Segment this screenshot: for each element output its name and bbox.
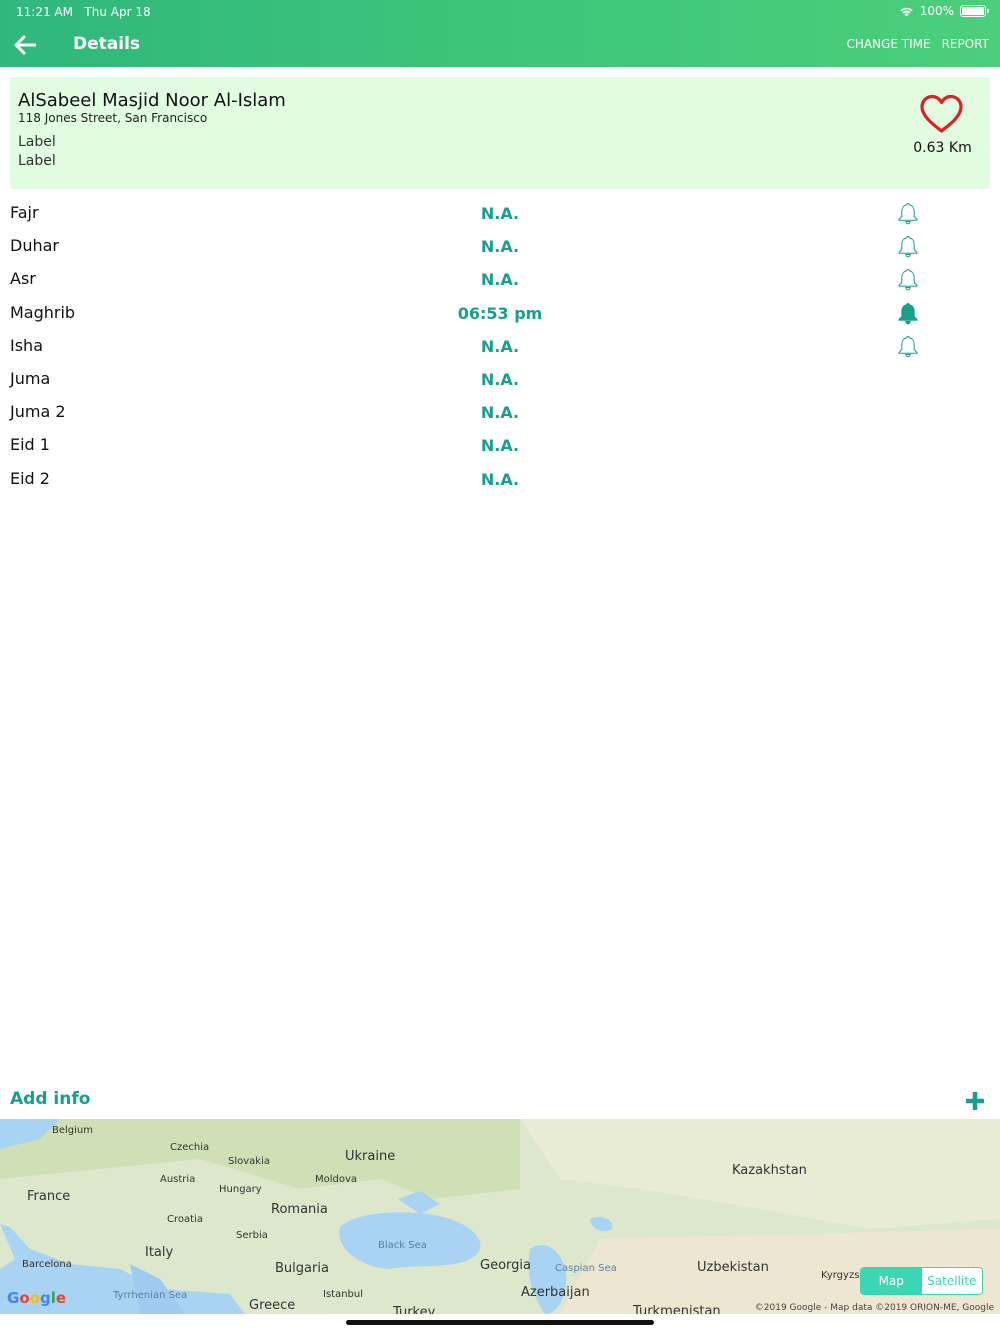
prayer-name: Asr	[10, 269, 36, 289]
prayer-row-isha: Isha N.A.	[0, 330, 1000, 363]
map-label: Caspian Sea	[555, 1263, 617, 1274]
map-label: Czechia	[170, 1142, 210, 1153]
prayer-name: Juma	[10, 368, 51, 388]
map-label: Belgium	[52, 1125, 93, 1136]
bell-outline-icon[interactable]	[897, 335, 919, 358]
map-label: Hungary	[219, 1184, 262, 1195]
prayer-row-eid-2: Eid 2 N.A.	[0, 463, 1000, 496]
map-label: Moldova	[315, 1174, 358, 1185]
prayer-name: Eid 2	[10, 468, 50, 488]
wifi-icon	[899, 7, 913, 16]
prayer-name: Juma 2	[10, 402, 66, 422]
masjid-address: 118 Jones Street, San Francisco	[18, 111, 208, 125]
prayer-time: N.A.	[480, 369, 520, 389]
map-label: Kazakhstan	[732, 1163, 807, 1178]
nav-actions: CHANGE TIME REPORT	[847, 37, 990, 51]
satellite-mode-button[interactable]: Satellite	[922, 1268, 983, 1294]
map-label: Romania	[271, 1202, 328, 1217]
prayer-row-fajr: Fajr N.A.	[0, 197, 1000, 230]
heart-icon	[920, 94, 963, 133]
map-label: Italy	[145, 1245, 174, 1260]
bell-outline-icon[interactable]	[897, 235, 919, 258]
prayer-time: N.A.	[480, 403, 520, 423]
prayer-row-juma-2: Juma 2 N.A.	[0, 396, 1000, 429]
masjid-name: AlSabeel Masjid Noor Al-Islam	[18, 90, 286, 111]
prayer-time: N.A.	[480, 204, 520, 223]
map-label: Austria	[160, 1174, 196, 1185]
prayer-row-maghrib: Maghrib 06:53 pm	[0, 297, 1000, 330]
status-time: 11:21 AM Thu Apr 18	[16, 5, 151, 19]
map-label: Georgia	[480, 1258, 531, 1273]
back-arrow-icon	[14, 35, 36, 55]
map-label: Istanbul	[323, 1289, 364, 1300]
google-logo: Google	[7, 1289, 67, 1307]
prayer-times-list: Fajr N.A. Duhar N.A. Asr N.A. Maghrib 06…	[0, 197, 1000, 496]
map-label: Uzbekistan	[697, 1260, 769, 1275]
map-view[interactable]: Belgium Czechia Slovakia Ukraine Kazakhs…	[0, 1119, 1000, 1314]
map-label: Tyrrhenian Sea	[113, 1290, 188, 1301]
masjid-distance: 0.63 Km	[913, 140, 972, 156]
status-indicators: 100%	[899, 4, 989, 18]
map-label: France	[27, 1189, 71, 1204]
favorite-button[interactable]	[919, 94, 964, 134]
map-mode-button[interactable]: Map	[861, 1268, 922, 1294]
masjid-card: AlSabeel Masjid Noor Al-Islam 118 Jones …	[10, 77, 990, 189]
prayer-row-duhar: Duhar N.A.	[0, 230, 1000, 263]
map-label: Slovakia	[228, 1156, 270, 1167]
bell-outline-icon[interactable]	[897, 202, 919, 225]
page-title: Details	[73, 34, 141, 54]
prayer-name: Fajr	[10, 203, 39, 222]
masjid-label-2: Label	[18, 153, 56, 169]
masjid-label-1: Label	[18, 134, 56, 150]
map-terrain	[0, 1119, 1000, 1314]
prayer-name: Eid 1	[10, 435, 50, 455]
prayer-time: N.A.	[480, 237, 520, 257]
report-button[interactable]: REPORT	[942, 37, 989, 51]
map-label: Greece	[249, 1298, 296, 1313]
prayer-time: N.A.	[480, 469, 520, 489]
home-indicator[interactable]	[346, 1320, 654, 1325]
details-screen: 11:21 AM Thu Apr 18 100% Details CHANGE …	[0, 0, 1000, 1334]
map-label: Bulgaria	[275, 1261, 329, 1276]
prayer-time: N.A.	[480, 436, 520, 456]
prayer-row-eid-1: Eid 1 N.A.	[0, 429, 1000, 462]
map-label: Serbia	[236, 1230, 268, 1241]
map-label: Turkey	[393, 1305, 436, 1314]
prayer-time: N.A.	[480, 270, 520, 290]
prayer-time: 06:53 pm	[457, 303, 543, 323]
battery-percent: 100%	[919, 4, 954, 18]
back-button[interactable]	[14, 30, 46, 60]
plus-icon	[966, 1092, 984, 1110]
add-info-label[interactable]: Add info	[10, 1089, 90, 1109]
map-type-toggle: Map Satellite	[860, 1267, 983, 1295]
bell-outline-icon[interactable]	[897, 268, 919, 291]
change-time-button[interactable]: CHANGE TIME	[847, 37, 931, 51]
map-label: Black Sea	[378, 1240, 427, 1251]
prayer-name: Maghrib	[10, 302, 76, 322]
prayer-row-juma: Juma N.A.	[0, 363, 1000, 396]
add-info-button[interactable]	[963, 1089, 987, 1113]
map-label: Croatia	[167, 1214, 203, 1225]
bell-filled-icon[interactable]	[897, 302, 919, 325]
map-label: Azerbaijan	[521, 1285, 590, 1300]
battery-icon	[960, 5, 989, 17]
map-label: Kyrgyzs	[821, 1270, 860, 1281]
map-copyright: ©2019 Google - Map data ©2019 ORION-ME, …	[754, 1303, 994, 1313]
prayer-time: N.A.	[480, 336, 520, 356]
map-label: Turkmenistan	[633, 1304, 721, 1314]
map-label: Ukraine	[345, 1149, 396, 1164]
prayer-row-asr: Asr N.A.	[0, 263, 1000, 296]
status-bar: 11:21 AM Thu Apr 18 100%	[0, 0, 1000, 24]
prayer-name: Duhar	[10, 236, 59, 256]
navigation-bar: 11:21 AM Thu Apr 18 100% Details CHANGE …	[0, 0, 1000, 67]
prayer-name: Isha	[10, 335, 43, 355]
map-label: Barcelona	[22, 1259, 72, 1270]
